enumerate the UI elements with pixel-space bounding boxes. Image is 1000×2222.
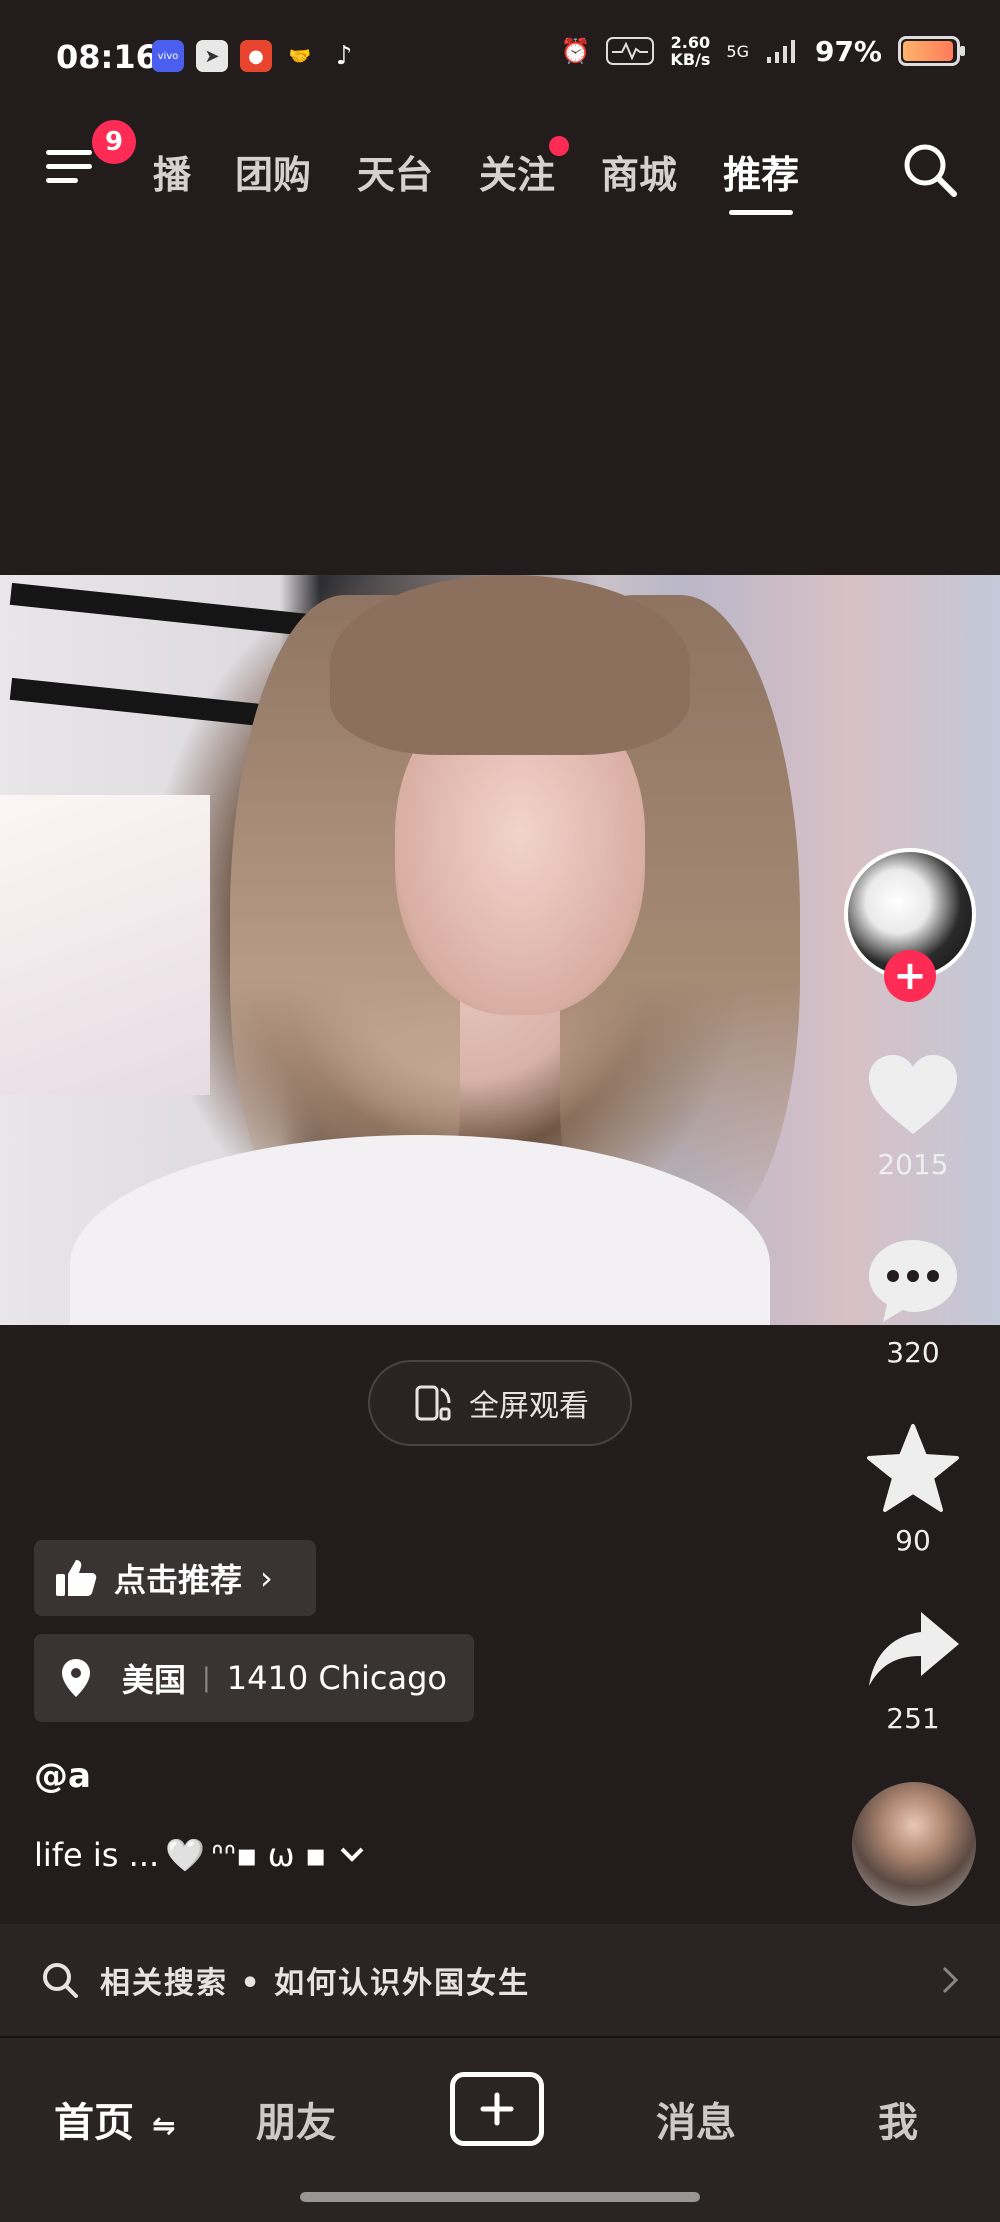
rotate-phone-icon bbox=[415, 1385, 451, 1421]
comment-count: 320 bbox=[886, 1336, 940, 1369]
nav-me-label: 我 bbox=[878, 2100, 918, 2146]
video-player[interactable] bbox=[0, 575, 1000, 1325]
battery-fill bbox=[903, 41, 954, 61]
menu-line bbox=[46, 164, 92, 169]
search-icon bbox=[43, 1963, 78, 1998]
menu-line bbox=[46, 150, 92, 155]
tab-mall[interactable]: 商城 bbox=[601, 144, 677, 199]
notification-icons: vivo ➤ ● 🤝 ♪ bbox=[152, 40, 360, 72]
alarm-icon: ⏰ bbox=[560, 37, 591, 65]
recommend-button[interactable]: 点击推荐 › bbox=[34, 1540, 316, 1616]
home-indicator bbox=[300, 2192, 700, 2202]
tab-following[interactable]: 关注 bbox=[479, 136, 570, 199]
nav-messages[interactable]: 消息 bbox=[656, 2090, 736, 2148]
nav-friends[interactable]: 朋友 bbox=[256, 2090, 336, 2148]
related-search-text: 相关搜索 • 如何认识外国女生 bbox=[100, 1958, 530, 2002]
tab-recommend[interactable]: 推荐 bbox=[723, 144, 800, 215]
battery-icon bbox=[898, 36, 965, 66]
battery-percent: 97% bbox=[814, 34, 882, 68]
nav-friends-label: 朋友 bbox=[256, 2100, 336, 2146]
hair-top bbox=[330, 575, 690, 755]
nav-home[interactable]: 首页 ⇋ bbox=[54, 2090, 175, 2148]
top-tabs: 播 团购 天台 关注 商城 推荐 bbox=[135, 136, 845, 215]
nav-me[interactable]: 我 bbox=[878, 2090, 918, 2148]
favorite-button[interactable]: 90 bbox=[838, 1422, 988, 1557]
share-count: 251 bbox=[886, 1702, 940, 1735]
tab-rooftop[interactable]: 天台 bbox=[357, 144, 433, 199]
chevron-down-icon[interactable] bbox=[338, 1845, 366, 1865]
vivo-icon: vivo bbox=[152, 40, 184, 72]
fullscreen-label: 全屏观看 bbox=[469, 1389, 589, 1424]
location-country: 美国 bbox=[122, 1661, 187, 1699]
location-divider: | bbox=[202, 1663, 211, 1693]
handshake-icon: 🤝 bbox=[288, 45, 312, 67]
status-bar: 08:16 vivo ➤ ● 🤝 ♪ ⏰ 2.60 KB/s 5G 97% bbox=[0, 0, 1000, 120]
share-button[interactable]: 251 bbox=[838, 1608, 988, 1735]
network-type: 5G bbox=[726, 41, 749, 61]
favorite-count: 90 bbox=[895, 1524, 931, 1557]
create-post-button[interactable] bbox=[450, 2072, 544, 2146]
tab-group-buy[interactable]: 团购 bbox=[235, 144, 311, 199]
like-count: 2015 bbox=[877, 1148, 949, 1181]
music-disc-avatar[interactable] bbox=[852, 1782, 976, 1906]
tab-label: 推荐 bbox=[723, 153, 800, 197]
caption-emoji: 🤍 bbox=[165, 1836, 205, 1874]
net-speed-unit: KB/s bbox=[670, 50, 711, 69]
swap-arrows-icon: ⇋ bbox=[151, 2108, 176, 2142]
comment-icon bbox=[869, 1240, 957, 1322]
tab-label: 商城 bbox=[601, 153, 678, 197]
related-search-label: 相关搜索 bbox=[100, 1966, 228, 2001]
thumbs-up-icon bbox=[56, 1560, 97, 1596]
author-handle[interactable]: @a bbox=[34, 1756, 91, 1796]
net-speed-value: 2.60 bbox=[670, 33, 711, 52]
recommend-label: 点击推荐 bbox=[114, 1561, 243, 1599]
location-detail: 1410 Chicago bbox=[226, 1659, 447, 1697]
status-time: 08:16 bbox=[56, 38, 158, 76]
fullscreen-button[interactable]: 全屏观看 bbox=[368, 1360, 632, 1446]
plus-icon bbox=[480, 2092, 514, 2126]
heart-icon bbox=[869, 1055, 957, 1134]
tab-label: 天台 bbox=[357, 153, 434, 197]
status-right: ⏰ 2.60 KB/s 5G 97% bbox=[560, 34, 965, 68]
menu-badge: 9 bbox=[92, 120, 136, 164]
top-nav: 9 播 团购 天台 关注 商城 推荐 bbox=[0, 120, 1000, 220]
related-search-query: 如何认识外国女生 bbox=[274, 1966, 531, 2001]
like-button[interactable]: 2015 bbox=[838, 1052, 988, 1181]
tab-live[interactable]: 播 bbox=[135, 144, 191, 199]
comment-button[interactable]: 320 bbox=[838, 1236, 988, 1369]
tab-label: 关注 bbox=[479, 153, 556, 197]
tab-label: 团购 bbox=[235, 153, 312, 197]
notification-dot bbox=[549, 136, 570, 156]
app-red-icon: ● bbox=[240, 40, 272, 72]
chevron-right-icon: › bbox=[260, 1559, 273, 1597]
nav-home-label: 首页 bbox=[54, 2100, 134, 2146]
heartrate-icon bbox=[606, 37, 655, 65]
search-icon[interactable] bbox=[900, 140, 960, 200]
location-tag[interactable]: 美国 | 1410 Chicago bbox=[34, 1634, 474, 1722]
tiktok-icon: ♪ bbox=[335, 41, 353, 71]
related-search-bar[interactable]: 相关搜索 • 如何认识外国女生 bbox=[0, 1924, 1000, 2036]
caption-text: life is ... bbox=[34, 1836, 160, 1874]
location-pin-icon bbox=[62, 1659, 90, 1697]
nav-messages-label: 消息 bbox=[656, 2100, 736, 2146]
chevron-right-icon bbox=[942, 1966, 959, 1994]
star-icon bbox=[867, 1424, 959, 1512]
menu-button[interactable] bbox=[46, 142, 96, 192]
wall-poster bbox=[0, 795, 210, 1095]
active-tab-indicator bbox=[729, 210, 794, 215]
tab-label: 播 bbox=[152, 153, 191, 197]
caption-kaomoji: ᐢᐢ▪ ω ▪ bbox=[211, 1836, 327, 1874]
menu-line bbox=[46, 178, 78, 183]
caption[interactable]: life is ... 🤍 ᐢᐢ▪ ω ▪ bbox=[34, 1836, 366, 1874]
related-search-separator: • bbox=[240, 1966, 262, 2001]
telegram-icon: ➤ bbox=[196, 40, 228, 72]
share-icon bbox=[869, 1612, 959, 1686]
signal-icon bbox=[766, 40, 795, 63]
net-speed: 2.60 KB/s bbox=[670, 34, 710, 68]
follow-button[interactable]: + bbox=[884, 950, 936, 1002]
